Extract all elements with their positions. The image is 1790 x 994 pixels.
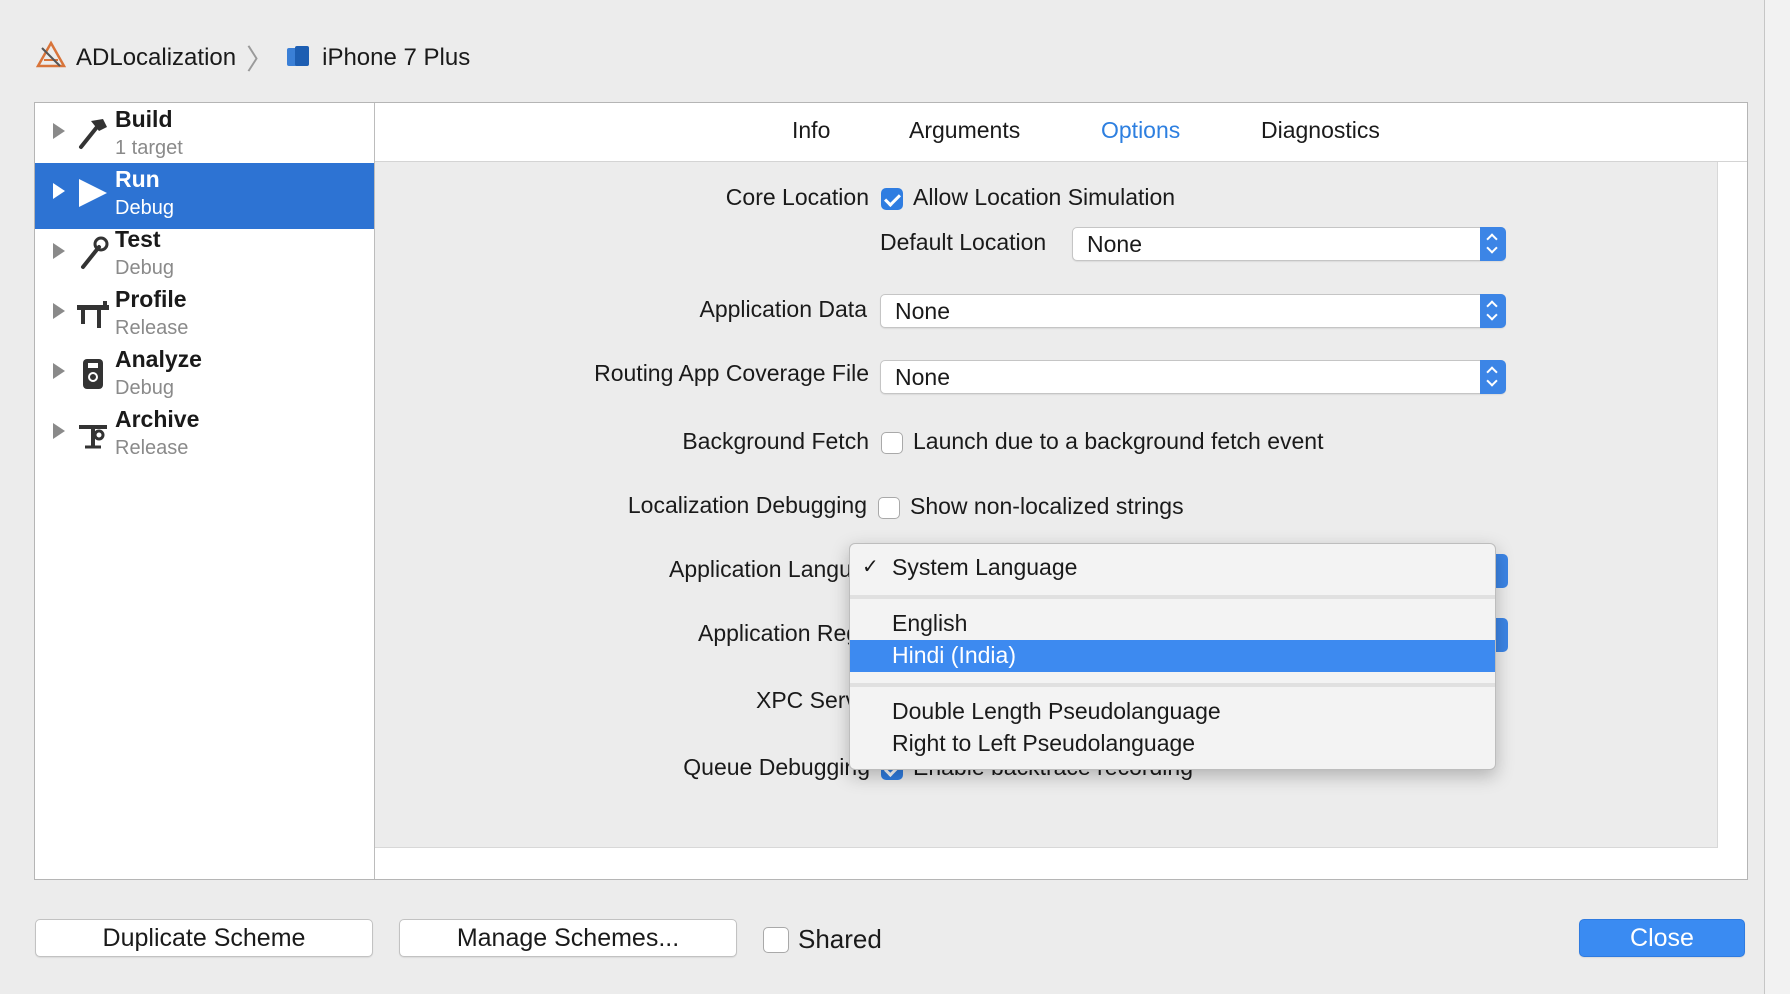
disclosure-triangle-icon[interactable] <box>53 243 65 259</box>
queue-debugging-label: Queue Debugging <box>683 754 870 780</box>
close-button[interactable]: Close <box>1579 919 1745 957</box>
checkmark-icon: ✓ <box>862 556 879 578</box>
archive-icon <box>79 425 107 449</box>
sidebar-item-title: Test <box>115 226 161 252</box>
breadcrumb-chevron-icon: 〉 <box>246 44 275 75</box>
shared-checkbox[interactable] <box>763 927 789 953</box>
xcode-project-icon <box>35 39 67 77</box>
tab-info[interactable]: Info <box>792 117 830 144</box>
routing-coverage-popup[interactable]: None <box>880 360 1506 394</box>
application-data-value: None <box>895 298 950 324</box>
core-location-label: Core Location <box>725 184 869 210</box>
caliper-icon <box>77 301 109 328</box>
disclosure-triangle-icon[interactable] <box>53 363 65 379</box>
sidebar-item-subtitle: Debug <box>115 197 174 219</box>
device-icon <box>284 41 312 76</box>
breadcrumb: ADLocalization 〉 iPhone 7 Plus <box>35 39 470 77</box>
menu-item-right-to-left-pseudolanguage[interactable]: Right to Left Pseudolanguage <box>850 728 1495 760</box>
popup-arrows-icon <box>1480 227 1506 261</box>
sidebar-item-analyze[interactable]: Analyze Debug <box>35 343 374 409</box>
menu-separator <box>850 595 1495 599</box>
disclosure-triangle-icon[interactable] <box>53 183 65 199</box>
disclosure-triangle-icon[interactable] <box>53 123 65 139</box>
sidebar-item-test[interactable]: Test Debug <box>35 223 374 289</box>
menu-item-double-length-pseudolanguage[interactable]: Double Length Pseudolanguage <box>850 696 1495 728</box>
menu-separator <box>850 683 1495 687</box>
default-location-popup[interactable]: None <box>1072 227 1506 261</box>
default-location-value: None <box>1087 231 1142 257</box>
scheme-action-sidebar: Build 1 target Run Debug Test Debug Prof… <box>35 103 375 879</box>
sidebar-item-title: Archive <box>115 406 200 432</box>
tab-options[interactable]: Options <box>1101 117 1180 144</box>
disclosure-triangle-icon[interactable] <box>53 423 65 439</box>
sidebar-item-subtitle: Debug <box>115 377 174 399</box>
allow-location-simulation-checkbox[interactable] <box>881 188 903 210</box>
application-data-label: Application Data <box>699 296 868 322</box>
sidebar-item-subtitle: Release <box>115 437 189 459</box>
sidebar-item-subtitle: Release <box>115 317 189 339</box>
tab-bar: Info Arguments Options Diagnostics <box>375 103 1747 162</box>
application-language-menu: ✓ System Language English Hindi (India) … <box>849 543 1496 770</box>
popup-arrows-icon <box>1480 360 1506 394</box>
window-edge <box>1764 0 1790 994</box>
tab-arguments[interactable]: Arguments <box>909 117 1020 144</box>
background-fetch-checkbox-label[interactable]: Launch due to a background fetch event <box>913 428 1323 455</box>
routing-coverage-label: Routing App Coverage File <box>594 360 869 386</box>
hammer-icon <box>79 119 107 149</box>
application-data-popup[interactable]: None <box>880 294 1506 328</box>
sidebar-item-title: Build <box>115 106 173 132</box>
application-language-popup-arrows-icon[interactable] <box>1494 554 1508 588</box>
sidebar-item-title: Profile <box>115 286 187 312</box>
show-non-localized-checkbox[interactable] <box>878 497 900 519</box>
play-icon <box>79 179 107 207</box>
allow-location-simulation-label[interactable]: Allow Location Simulation <box>913 184 1175 211</box>
menu-item-system-language[interactable]: ✓ System Language <box>850 552 1495 584</box>
breadcrumb-project[interactable]: ADLocalization <box>76 44 236 72</box>
sidebar-item-subtitle: 1 target <box>115 137 183 159</box>
localization-debugging-label: Localization Debugging <box>627 492 867 518</box>
application-region-popup-arrows-icon[interactable] <box>1494 618 1508 652</box>
sidebar-item-build[interactable]: Build 1 target <box>35 103 374 169</box>
sidebar-item-profile[interactable]: Profile Release <box>35 283 374 349</box>
routing-coverage-value: None <box>895 364 950 390</box>
sidebar-item-archive[interactable]: Archive Release <box>35 403 374 469</box>
shared-label[interactable]: Shared <box>798 924 882 955</box>
sidebar-item-title: Analyze <box>115 346 202 372</box>
default-location-label: Default Location <box>880 229 1047 255</box>
sidebar-item-title: Run <box>115 166 160 192</box>
background-fetch-label: Background Fetch <box>682 428 869 454</box>
menu-item-english[interactable]: English <box>850 608 1495 640</box>
tab-diagnostics[interactable]: Diagnostics <box>1261 117 1380 144</box>
manage-schemes-button[interactable]: Manage Schemes... <box>399 919 737 957</box>
menu-item-hindi-india[interactable]: Hindi (India) <box>850 640 1495 672</box>
duplicate-scheme-button[interactable]: Duplicate Scheme <box>35 919 373 957</box>
disclosure-triangle-icon[interactable] <box>53 303 65 319</box>
sidebar-item-run[interactable]: Run Debug <box>35 163 374 229</box>
breadcrumb-device[interactable]: iPhone 7 Plus <box>322 44 470 72</box>
wrench-icon <box>81 236 109 269</box>
sidebar-item-subtitle: Debug <box>115 257 174 279</box>
background-fetch-checkbox[interactable] <box>881 432 903 454</box>
popup-arrows-icon <box>1480 294 1506 328</box>
analyze-icon <box>83 359 103 389</box>
show-non-localized-label[interactable]: Show non-localized strings <box>910 493 1184 520</box>
